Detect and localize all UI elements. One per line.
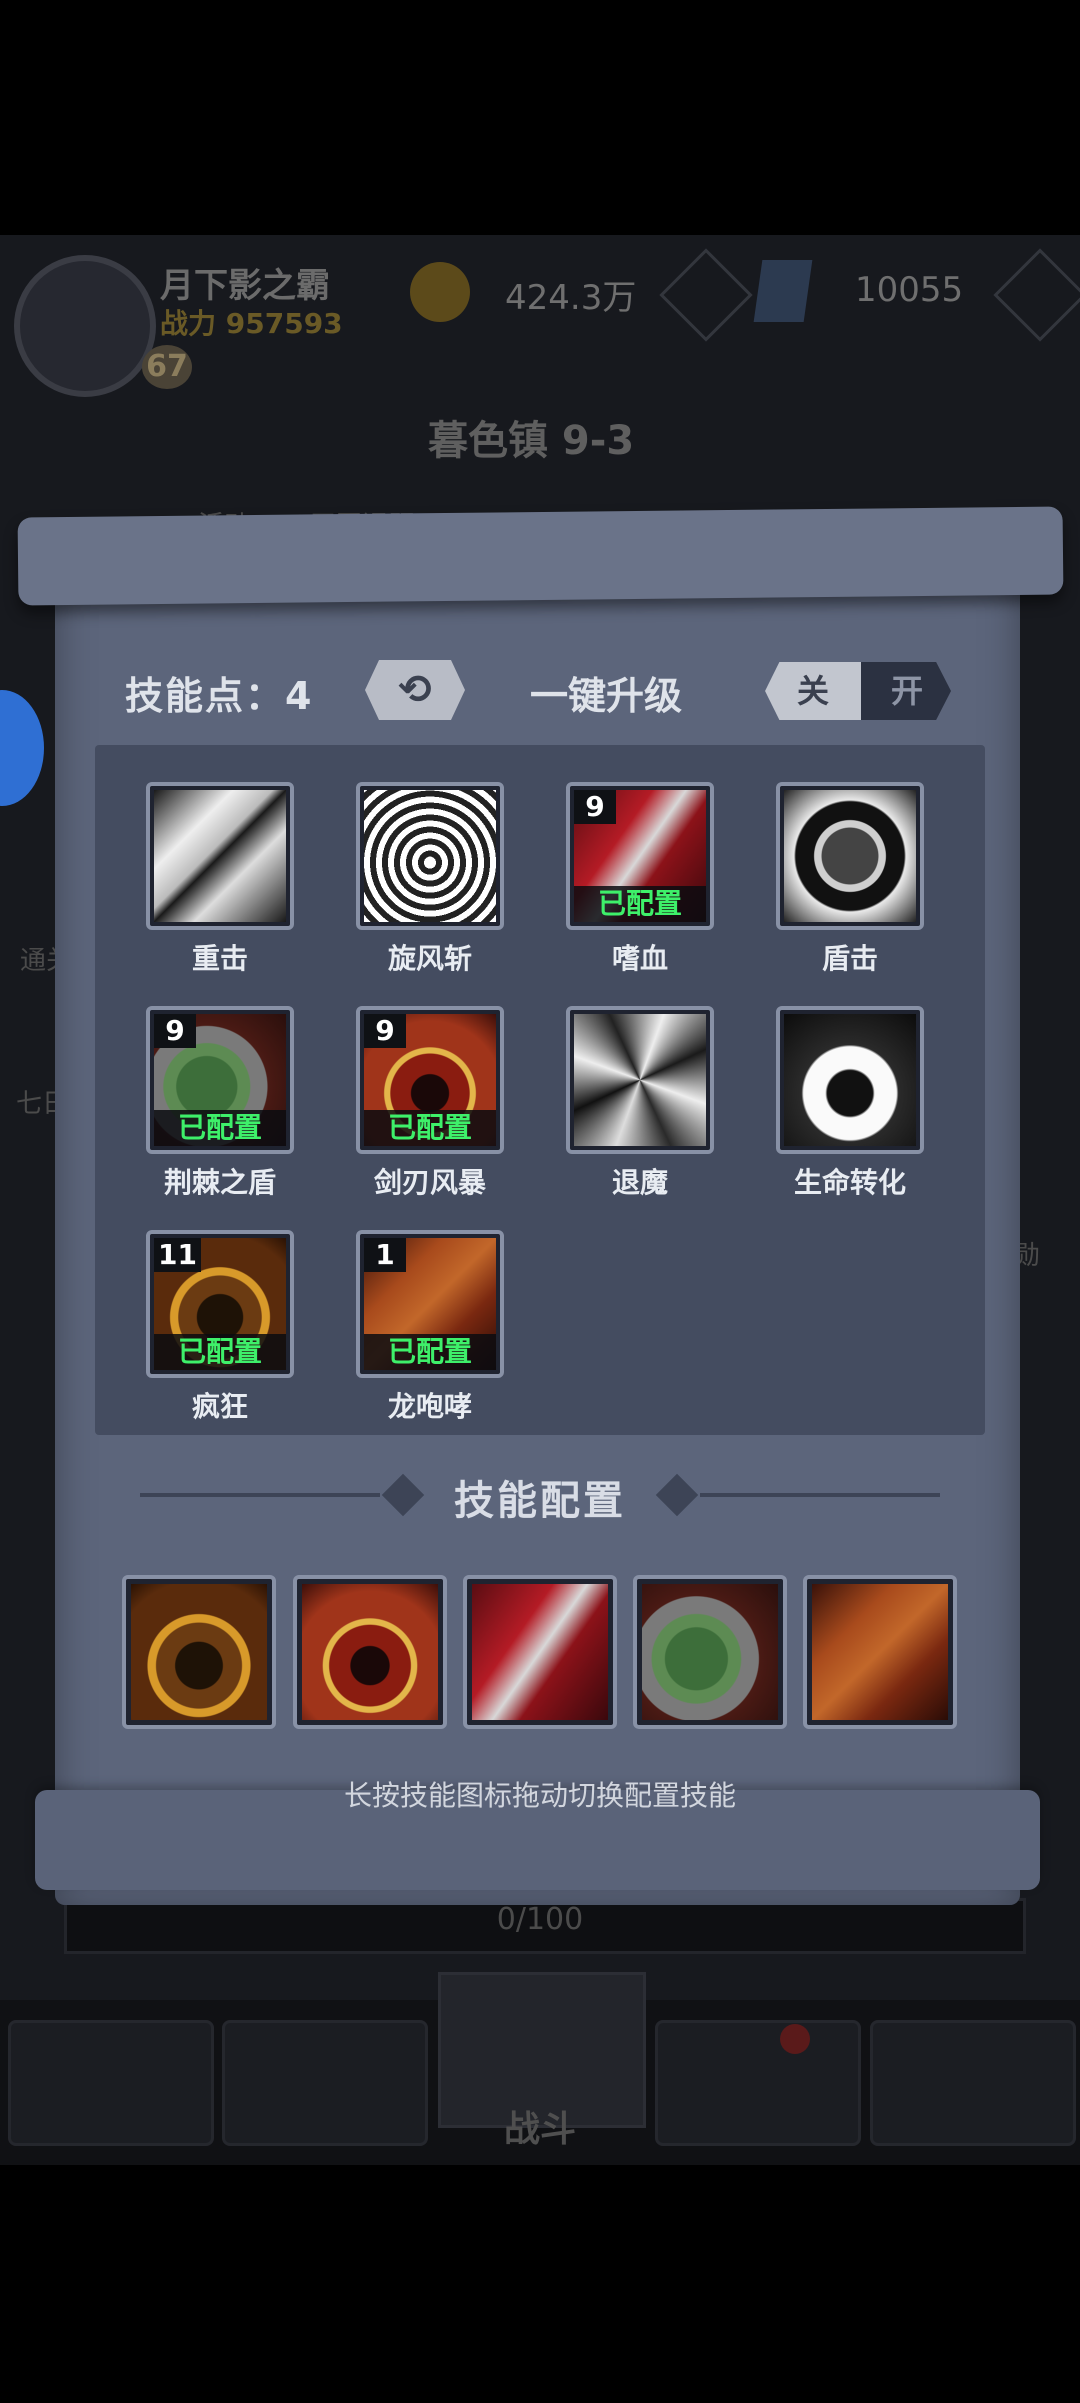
blade-storm-icon [302,1584,438,1720]
skill-level-badge: 11 [154,1238,201,1272]
toggle-off-option[interactable]: 关 [765,662,861,720]
drag-hint: 长按技能图标拖动切换配置技能 [343,1779,736,1812]
life-convert-icon [784,1014,916,1146]
skill-name: 疯狂 [191,1390,248,1423]
skill-slot[interactable]: 11 已配置 [146,1230,294,1378]
skill-slot[interactable]: 9 已配置 [356,1006,504,1154]
equipped-badge: 已配置 [364,1110,496,1146]
gold-amount: 424.3万 [505,278,637,318]
notification-dot [780,2024,810,2054]
player-power: 战力 957593 [160,302,343,342]
skill-slot[interactable] [356,782,504,930]
refresh-icon: ⟲ [398,667,432,713]
scroll-top-roll [17,506,1064,606]
config-slot[interactable] [122,1575,276,1729]
config-slot[interactable] [803,1575,957,1729]
config-slot[interactable] [463,1575,617,1729]
dragon-roar-icon [812,1584,948,1720]
skill-level-badge: 9 [574,790,616,824]
player-avatar[interactable] [14,255,156,397]
player-level-badge: 67 [142,345,192,389]
gold-coin-icon [410,262,470,322]
gem-amount: 10055 [855,270,964,310]
skill-name: 剑刃风暴 [373,1166,486,1199]
equipped-badge: 已配置 [574,886,706,922]
thorn-shield-icon [642,1584,778,1720]
skill-slot[interactable] [776,782,924,930]
skill-level-badge: 1 [364,1238,406,1272]
frenzy-icon [131,1584,267,1720]
heavy-strike-icon [154,790,286,922]
stage-title: 暮色镇 9-3 [428,418,635,464]
skill-slot[interactable]: 9 已配置 [566,782,714,930]
exorcism-icon [574,1014,706,1146]
skill-name: 嗜血 [611,942,668,975]
bloodthirst-icon [472,1584,608,1720]
skill-name: 荆棘之盾 [163,1166,276,1199]
equipped-badge: 已配置 [154,1334,286,1370]
shield-bash-icon [784,790,916,922]
skill-points-label: 技能点：4 [125,674,314,718]
battle-tab-label: 战斗 [503,2109,576,2150]
nav-tab-city[interactable] [222,2020,428,2146]
reset-skills-button[interactable]: ⟲ [365,660,465,720]
auto-upgrade-label: 一键升级 [530,674,683,718]
skill-slot[interactable] [566,1006,714,1154]
nav-tab-forest[interactable] [655,2020,861,2146]
whirlwind-icon [364,790,496,922]
progress-text: 0/100 [496,1902,584,1937]
config-slot[interactable] [633,1575,787,1729]
equipped-badge: 已配置 [364,1334,496,1370]
equipped-badge: 已配置 [154,1110,286,1146]
skill-slot[interactable] [146,782,294,930]
skill-name: 龙咆哮 [387,1390,472,1423]
power-value: 957593 [225,307,343,340]
nav-tab-campfire[interactable] [8,2020,214,2146]
skill-slot[interactable]: 1 已配置 [356,1230,504,1378]
gem-icon [753,260,813,322]
skill-config-title: 技能配置 [454,1478,626,1524]
skill-level-badge: 9 [154,1014,196,1048]
toggle-on-option[interactable]: 开 [862,662,952,720]
config-slot[interactable] [293,1575,447,1729]
nav-tab-chest[interactable] [870,2020,1076,2146]
skill-slot[interactable] [776,1006,924,1154]
power-label: 战力 [160,307,217,340]
skill-name: 旋风斩 [387,942,472,975]
skill-name: 退魔 [611,1166,668,1199]
skill-name: 生命转化 [793,1166,906,1199]
skill-level-badge: 9 [364,1014,406,1048]
skill-name: 盾击 [821,942,878,975]
skill-slot[interactable]: 9 已配置 [146,1006,294,1154]
skill-name: 重击 [191,942,248,975]
divider-right [700,1493,940,1497]
player-name: 月下影之霸 [160,266,330,306]
